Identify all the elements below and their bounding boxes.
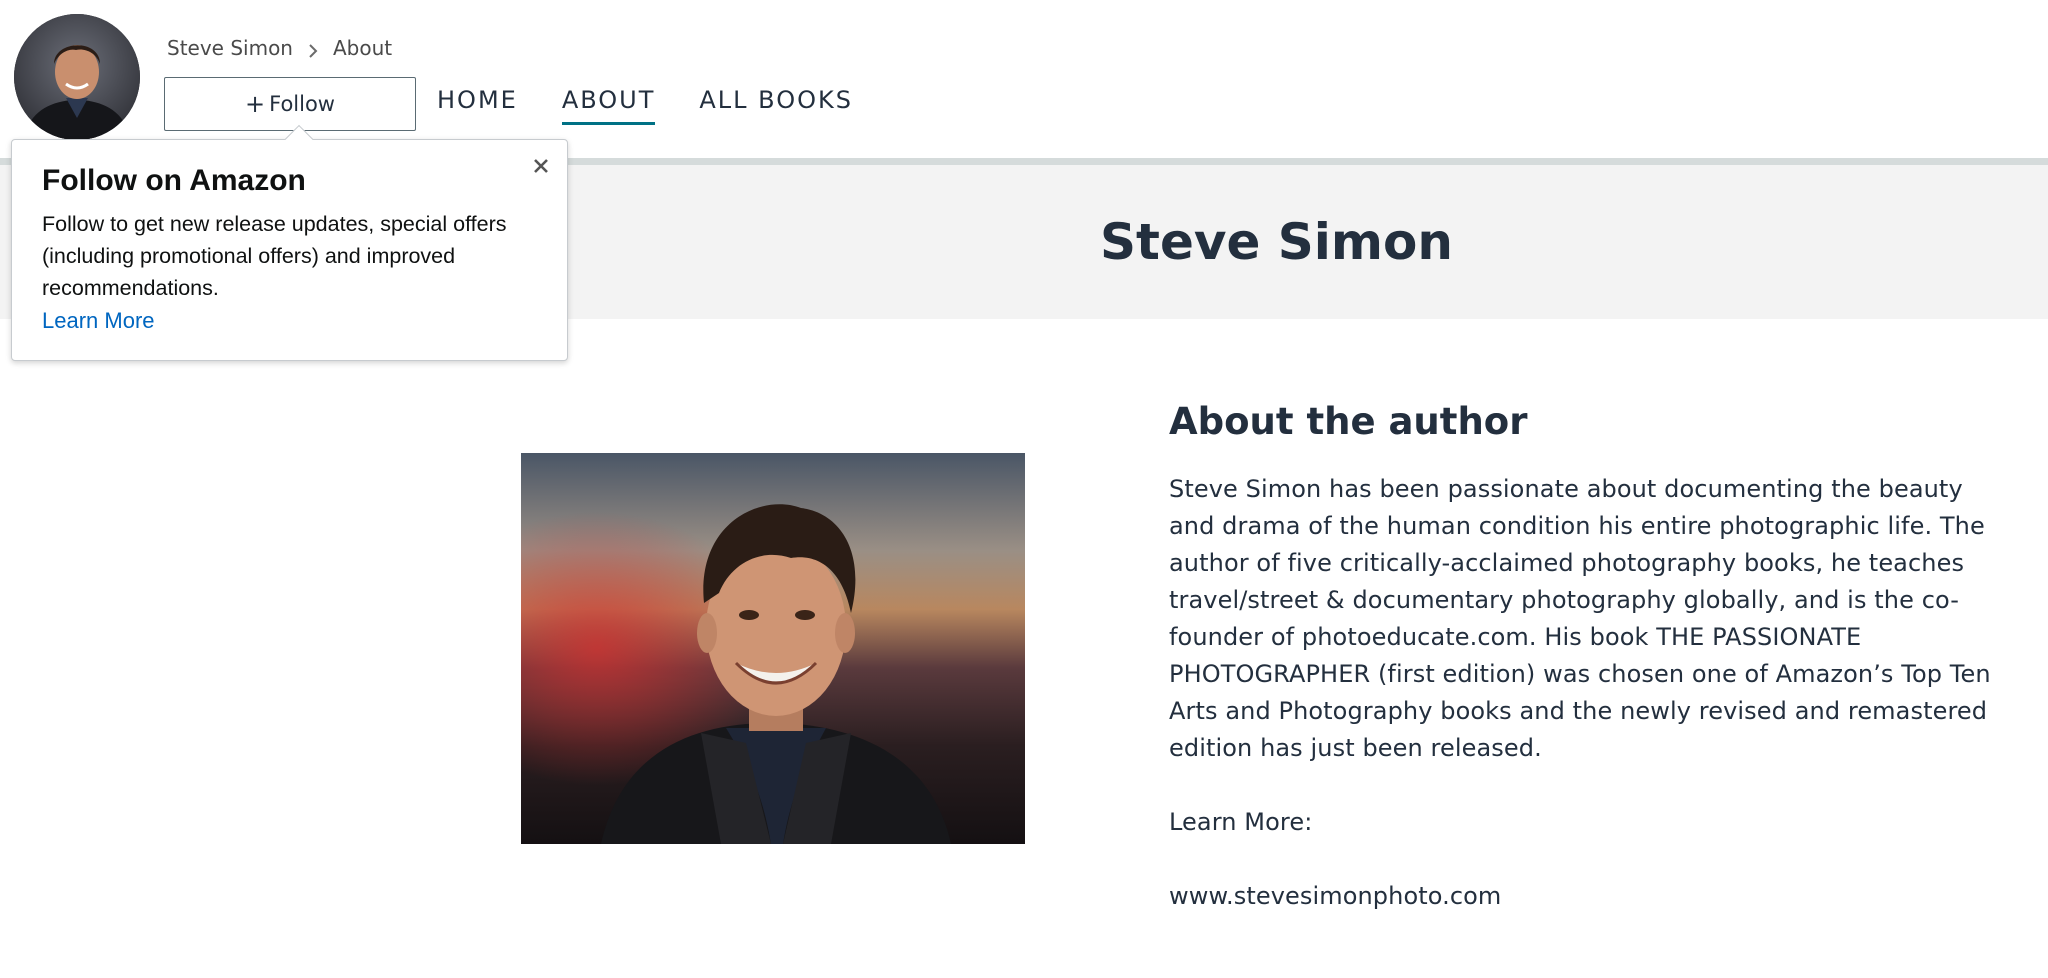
- popover-learn-more-link[interactable]: Learn More: [42, 308, 155, 334]
- popover-body: Follow to get new release updates, speci…: [42, 212, 507, 300]
- breadcrumb: Steve Simon About: [167, 36, 392, 60]
- author-website: www.stevesimonphoto.com: [1169, 882, 1502, 910]
- about-section: About the author Steve Simon has been pa…: [1169, 400, 1999, 915]
- about-bio: Steve Simon has been passionate about do…: [1169, 475, 1991, 762]
- author-nav: HOME ABOUT ALL BOOKS: [437, 86, 853, 125]
- author-photo: [521, 453, 1025, 844]
- follow-popover: Follow on Amazon Follow to get new relea…: [11, 124, 568, 361]
- plus-icon: +: [245, 90, 266, 118]
- popover-title: Follow on Amazon: [42, 164, 306, 197]
- close-icon[interactable]: [529, 154, 553, 178]
- tab-home[interactable]: HOME: [437, 86, 518, 125]
- follow-label: Follow: [269, 92, 335, 116]
- breadcrumb-author-link[interactable]: Steve Simon: [167, 36, 293, 60]
- chevron-right-icon: [305, 40, 321, 58]
- tab-all-books[interactable]: ALL BOOKS: [699, 86, 853, 125]
- author-page: Steve Simon About + Follow HOME ABOUT AL…: [0, 0, 2048, 978]
- tab-about[interactable]: ABOUT: [561, 86, 656, 125]
- breadcrumb-current: About: [333, 36, 393, 60]
- author-avatar[interactable]: [14, 14, 140, 140]
- follow-button[interactable]: + Follow: [164, 77, 416, 131]
- about-heading: About the author: [1169, 400, 1528, 443]
- learn-more-label: Learn More:: [1169, 808, 1313, 836]
